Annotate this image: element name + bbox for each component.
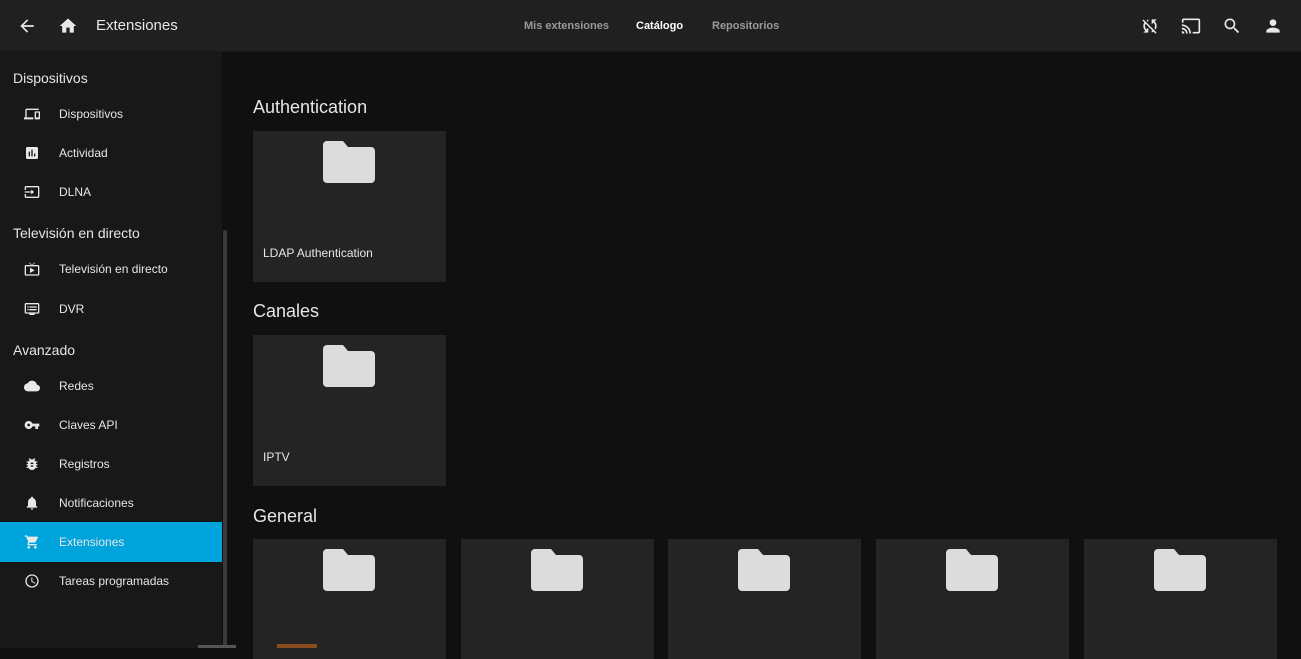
sidebar-item-tareas-programadas[interactable]: Tareas programadas (0, 561, 222, 601)
sidebar-item-label: Actividad (59, 146, 108, 160)
sidebar-item-notificaciones[interactable]: Notificaciones (0, 483, 222, 523)
devices-icon (24, 106, 40, 122)
folder-icon (1154, 549, 1206, 591)
sidebar-scrollbar[interactable] (222, 52, 229, 648)
tab-catalogo[interactable]: Catálogo (636, 20, 683, 32)
tab-bar: Mis extensiones Catálogo Repositorios (0, 20, 1301, 36)
card-image-strip (277, 644, 317, 648)
sidebar-item-registros[interactable]: Registros (0, 444, 222, 484)
sidebar-item-dvr[interactable]: DVR (0, 289, 222, 329)
folder-icon (323, 549, 375, 591)
plugin-card-iptv[interactable]: IPTV (253, 335, 446, 486)
sidebar-item-label: DVR (59, 302, 85, 316)
live-tv-icon (24, 261, 40, 277)
sidebar-item-label: Extensiones (59, 535, 125, 549)
folder-icon (531, 549, 583, 591)
schedule-icon (24, 573, 40, 589)
sidebar-item-label: Claves API (59, 418, 118, 432)
plugin-name: LDAP Authentication (263, 246, 373, 260)
sidebar-item-label: Dispositivos (59, 107, 124, 121)
sync-disabled-icon (1142, 19, 1157, 34)
plugin-card-general-2[interactable] (461, 539, 654, 659)
plugin-card-general-3[interactable] (668, 539, 861, 659)
sidebar-item-redes[interactable]: Redes (0, 366, 222, 406)
sidebar-item-label: Tareas programadas (59, 574, 170, 588)
cast-icon (1181, 18, 1201, 34)
category-title-general: General (253, 506, 318, 526)
sidebar-scrollbar-thumb[interactable] (223, 230, 227, 648)
sidebar-item-television-en-directo[interactable]: Televisión en directo (0, 249, 222, 289)
vpn-key-icon (24, 417, 40, 433)
plugin-card-ldap-authentication[interactable]: LDAP Authentication (253, 131, 446, 282)
section-heading-television: Televisión en directo (13, 225, 140, 241)
sidebar-item-label: Redes (59, 379, 94, 393)
bug-icon (24, 456, 40, 472)
sidebar-item-dlna[interactable]: DLNA (0, 172, 222, 212)
search-button[interactable] (1218, 12, 1246, 40)
user-button[interactable] (1259, 12, 1287, 40)
plugin-card-general-5[interactable] (1084, 539, 1277, 659)
plugin-card-general-4[interactable] (876, 539, 1069, 659)
sidebar-item-label: Registros (59, 457, 110, 471)
sidebar-item-label: Notificaciones (59, 496, 134, 510)
folder-icon (738, 549, 790, 591)
sidebar: Dispositivos Dispositivos Actividad DLNA… (0, 52, 229, 648)
search-icon (1224, 18, 1240, 34)
category-title-authentication: Authentication (253, 97, 368, 117)
sidebar-item-dispositivos[interactable]: Dispositivos (0, 94, 222, 134)
input-icon (24, 184, 40, 200)
cast-button[interactable] (1177, 12, 1205, 40)
catalog-content: Authentication LDAP Authentication Canal… (229, 52, 1301, 659)
tab-mis-extensiones[interactable]: Mis extensiones (524, 20, 609, 32)
sidebar-item-label: Televisión en directo (59, 262, 168, 276)
plugin-name: IPTV (263, 450, 290, 464)
user-icon (1266, 19, 1280, 33)
dvr-icon (24, 301, 40, 317)
section-heading-dispositivos: Dispositivos (13, 70, 88, 86)
tab-repositorios[interactable]: Repositorios (712, 20, 779, 32)
assessment-icon (24, 145, 40, 161)
cart-icon (24, 534, 40, 550)
folder-icon (946, 549, 998, 591)
cloud-icon (24, 378, 40, 394)
bell-icon (24, 495, 40, 511)
sidebar-item-actividad[interactable]: Actividad (0, 133, 222, 173)
folder-icon (323, 345, 375, 387)
folder-icon (323, 141, 375, 183)
app-header: Extensiones Mis extensiones Catálogo Rep… (0, 0, 1301, 52)
plugin-card-general-1[interactable] (253, 539, 446, 659)
sidebar-item-claves-api[interactable]: Claves API (0, 405, 222, 445)
section-heading-avanzado: Avanzado (13, 342, 76, 358)
sync-button[interactable] (1136, 12, 1164, 40)
sidebar-item-extensiones[interactable]: Extensiones (0, 522, 222, 562)
sidebar-item-label: DLNA (59, 185, 92, 199)
category-title-canales: Canales (253, 301, 320, 321)
